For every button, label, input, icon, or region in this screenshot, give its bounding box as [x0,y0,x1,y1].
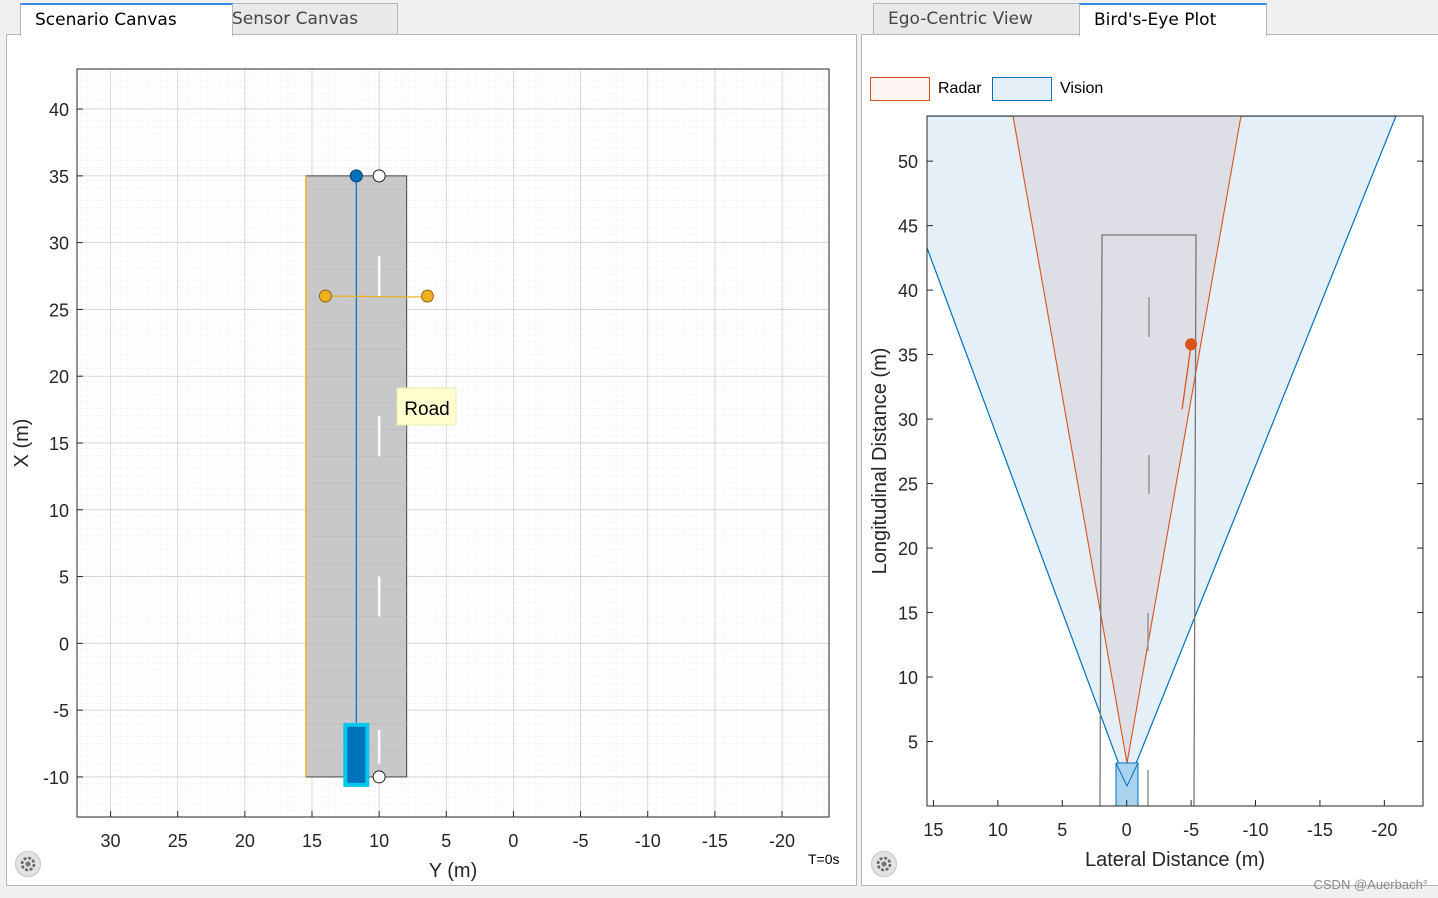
scenario-y-tick-label: 10 [49,501,69,521]
scenario-y-tick-label: 40 [49,100,69,120]
sensor-handle [421,289,434,303]
scenario-y-tick-label: 0 [59,634,69,654]
tab-scenario-canvas[interactable]: Scenario Canvas [20,3,233,36]
tab-ego-centric-view[interactable]: Ego-Centric View [873,3,1081,34]
scenario-x-tick-label: 10 [369,831,389,851]
scenario-x-tick-label: 30 [101,831,121,851]
scenario-x-tick-label: -10 [635,831,661,851]
legend-vision-swatch [992,77,1052,101]
watermark: CSDN @Auerbach° [1313,877,1429,892]
scenario-y-tick-label: 5 [59,568,69,588]
scenario-y-tick-label: 25 [49,300,69,320]
scenario-x-tick-label: 5 [441,831,451,851]
birds-eye-tab-bar: Ego-Centric View Bird's-Eye Plot [861,3,1438,36]
scenario-x-tick-label: 20 [235,831,255,851]
scenario-x-tick-label: 15 [302,831,322,851]
ego-vehicle [347,726,366,783]
scenario-x-tick-label: -5 [573,831,589,851]
scenario-x-axis-label: Y (m) [429,860,478,882]
scenario-x-tick-label: -15 [702,831,728,851]
road-tooltip-text: Road [404,399,449,420]
sensor-handle [319,289,332,303]
scenario-y-tick-label: -5 [53,701,69,721]
scenario-y-tick-label: 20 [49,367,69,387]
path-waypoint [349,169,363,183]
scenario-x-tick-label: 25 [168,831,188,851]
legend-radar-swatch [870,77,930,101]
birds-eye-panel: Radar Vision [861,34,1438,886]
road-tooltip: Road [396,387,457,426]
scenario-x-tick-label: -20 [769,831,795,851]
scenario-y-axis-label: X (m) [11,419,33,468]
road-start-handle [372,770,386,784]
settings-gear-icon-right[interactable] [871,851,897,877]
scenario-y-tick-label: 35 [49,167,69,187]
scenario-y-tick-label: 15 [49,434,69,454]
legend-vision-label: Vision [1060,80,1104,97]
scenario-y-tick-label: 30 [49,234,69,254]
scenario-canvas-plot[interactable]: 30 25 20 15 10 5 0 -5 -10 -15 -20 40 35 30 25 20 15 10 5 0 -… [0,0,860,890]
road-end-handle [372,169,386,183]
scenario-x-tick-label: 0 [508,831,518,851]
tab-birds-eye-plot[interactable]: Bird's-Eye Plot [1079,3,1267,36]
legend-radar-label: Radar [938,80,982,97]
scenario-y-tick-label: -10 [43,768,69,788]
